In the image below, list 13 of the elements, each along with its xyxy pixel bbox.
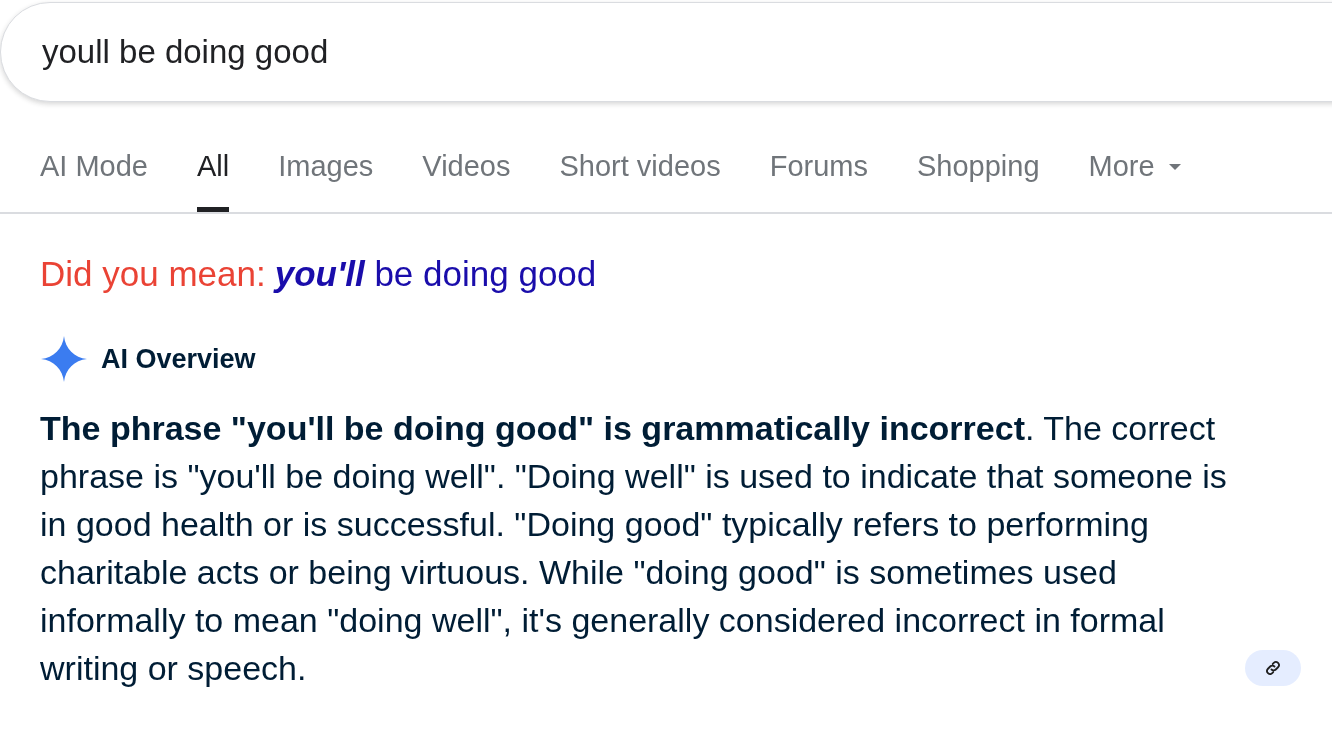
suggestion-link[interactable]: you'll be doing good xyxy=(274,254,597,294)
tab[interactable]: Images xyxy=(278,140,374,212)
overview-text: The phrase "you'll be doing good" is grammatically incorrect. The correct phrase is "you'll be doing well". "Doing well" is used to indicate that someone is in good health or is successful. "Doing good" typically refers to performing charitable acts or being virtuous. While "doing good" is sometimes used informally to mean "doing well", it's generally considered incorrect in formal writing or speech. xyxy=(40,408,1228,689)
tab[interactable]: Shopping xyxy=(917,140,1040,212)
tab[interactable]: AI Mode xyxy=(40,140,148,212)
ai-overview-title: AI Overview xyxy=(101,343,256,375)
tab[interactable]: Videos xyxy=(422,140,511,212)
search-field[interactable]: youll be doing good xyxy=(0,2,1332,102)
tab[interactable]: Short videos xyxy=(559,140,721,212)
tab[interactable]: More xyxy=(1088,140,1181,212)
tab[interactable]: Forums xyxy=(769,140,868,212)
tab[interactable]: All xyxy=(197,140,230,212)
did-you-mean-label: Did you mean: xyxy=(40,254,266,294)
